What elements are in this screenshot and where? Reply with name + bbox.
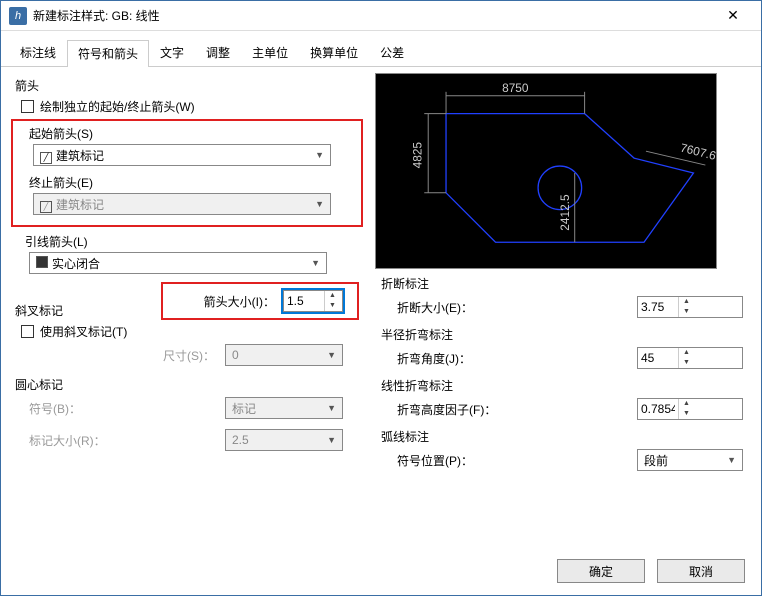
spin-up-icon[interactable]: ▲: [679, 399, 694, 409]
center-mark-size-label: 标记大小(R)：: [29, 432, 106, 449]
break-dim-legend: 折断标注: [381, 275, 751, 292]
svg-text:2412.5: 2412.5: [558, 194, 572, 231]
tab-fit[interactable]: 调整: [195, 39, 241, 66]
spin-down-icon[interactable]: ▼: [679, 307, 694, 317]
spin-down-icon[interactable]: ▼: [679, 409, 694, 419]
highlight-box-arrows: 起始箭头(S) ╱建筑标记 ▼ 终止箭头(E) ╱建筑标记 ▼: [11, 119, 363, 227]
preview-pane: 8750 4825 2412.5 7607.69: [375, 73, 717, 269]
svg-text:4825: 4825: [410, 142, 424, 169]
end-arrow-label: 终止箭头(E): [29, 174, 359, 191]
cancel-button[interactable]: 取消: [657, 559, 745, 583]
svg-text:7607.69: 7607.69: [679, 141, 716, 165]
arc-sym-pos-label: 符号位置(P)：: [397, 452, 473, 469]
chevron-down-icon: ▼: [315, 150, 324, 160]
break-size-label: 折断大小(E)：: [397, 299, 473, 316]
tab-text[interactable]: 文字: [149, 39, 195, 66]
arc-dim-legend: 弧线标注: [381, 428, 751, 445]
app-icon: h: [9, 7, 27, 25]
titlebar: h 新建标注样式: GB: 线性 ✕: [1, 1, 761, 31]
oblique-size-select: 0 ▼: [225, 344, 343, 366]
chevron-down-icon: ▼: [315, 199, 324, 209]
radius-jog-legend: 半径折弯标注: [381, 326, 751, 343]
start-arrow-label: 起始箭头(S): [29, 125, 359, 142]
center-mark-size-select: 2.5 ▼: [225, 429, 343, 451]
draw-separate-label: 绘制独立的起始/终止箭头(W): [40, 98, 195, 115]
jog-height-spinner[interactable]: ▲▼: [637, 398, 743, 420]
chevron-down-icon: ▼: [727, 455, 736, 465]
center-symbol-label: 符号(B)：: [29, 400, 81, 417]
arc-sym-pos-select[interactable]: 段前 ▼: [637, 449, 743, 471]
spin-down-icon[interactable]: ▼: [325, 301, 340, 311]
chevron-down-icon: ▼: [327, 403, 336, 413]
closed-filled-icon: [36, 256, 48, 268]
window-title: 新建标注样式: GB: 线性: [33, 7, 713, 24]
use-oblique-checkbox[interactable]: [21, 325, 34, 338]
svg-text:8750: 8750: [502, 81, 529, 95]
center-marks-legend: 圆心标记: [15, 376, 363, 393]
arrowheads-legend: 箭头: [15, 77, 363, 94]
chevron-down-icon: ▼: [327, 435, 336, 445]
use-oblique-label: 使用斜叉标记(T): [40, 323, 127, 340]
close-icon[interactable]: ✕: [713, 2, 753, 30]
break-size-spinner[interactable]: ▲▼: [637, 296, 743, 318]
ok-button[interactable]: 确定: [557, 559, 645, 583]
chevron-down-icon: ▼: [327, 350, 336, 360]
arrow-size-spinner[interactable]: ▲▼: [283, 290, 343, 312]
end-arrow-select[interactable]: ╱建筑标记 ▼: [33, 193, 331, 215]
jog-height-input[interactable]: [638, 399, 678, 419]
tab-tolerance[interactable]: 公差: [369, 39, 415, 66]
jog-angle-label: 折弯角度(J)：: [397, 350, 471, 367]
arch-tick-icon: ╱: [40, 201, 52, 213]
spin-up-icon[interactable]: ▲: [679, 348, 694, 358]
tab-alt-units[interactable]: 换算单位: [299, 39, 369, 66]
jog-angle-spinner[interactable]: ▲▼: [637, 347, 743, 369]
oblique-size-label: 尺寸(S)：: [163, 347, 215, 364]
start-arrow-select[interactable]: ╱建筑标记 ▼: [33, 144, 331, 166]
tab-primary-units[interactable]: 主单位: [241, 39, 299, 66]
spin-down-icon[interactable]: ▼: [679, 358, 694, 368]
break-size-input[interactable]: [638, 297, 678, 317]
jog-angle-input[interactable]: [638, 348, 678, 368]
chevron-down-icon: ▼: [311, 258, 320, 268]
arrow-size-input[interactable]: [284, 291, 324, 311]
leader-arrow-select[interactable]: 实心闭合 ▼: [29, 252, 327, 274]
draw-separate-checkbox[interactable]: [21, 100, 34, 113]
arch-tick-icon: ╱: [40, 152, 52, 164]
arrow-size-label: 箭头大小(I)：: [204, 293, 275, 310]
linear-jog-legend: 线性折弯标注: [381, 377, 751, 394]
jog-height-label: 折弯高度因子(F)：: [397, 401, 496, 418]
center-symbol-select: 标记 ▼: [225, 397, 343, 419]
spin-up-icon[interactable]: ▲: [325, 291, 340, 301]
spin-up-icon[interactable]: ▲: [679, 297, 694, 307]
tabs: 标注线 符号和箭头 文字 调整 主单位 换算单位 公差: [1, 35, 761, 67]
leader-arrow-label: 引线箭头(L): [25, 233, 363, 250]
tab-dimline[interactable]: 标注线: [9, 39, 67, 66]
tab-symbols-arrows[interactable]: 符号和箭头: [67, 40, 149, 67]
